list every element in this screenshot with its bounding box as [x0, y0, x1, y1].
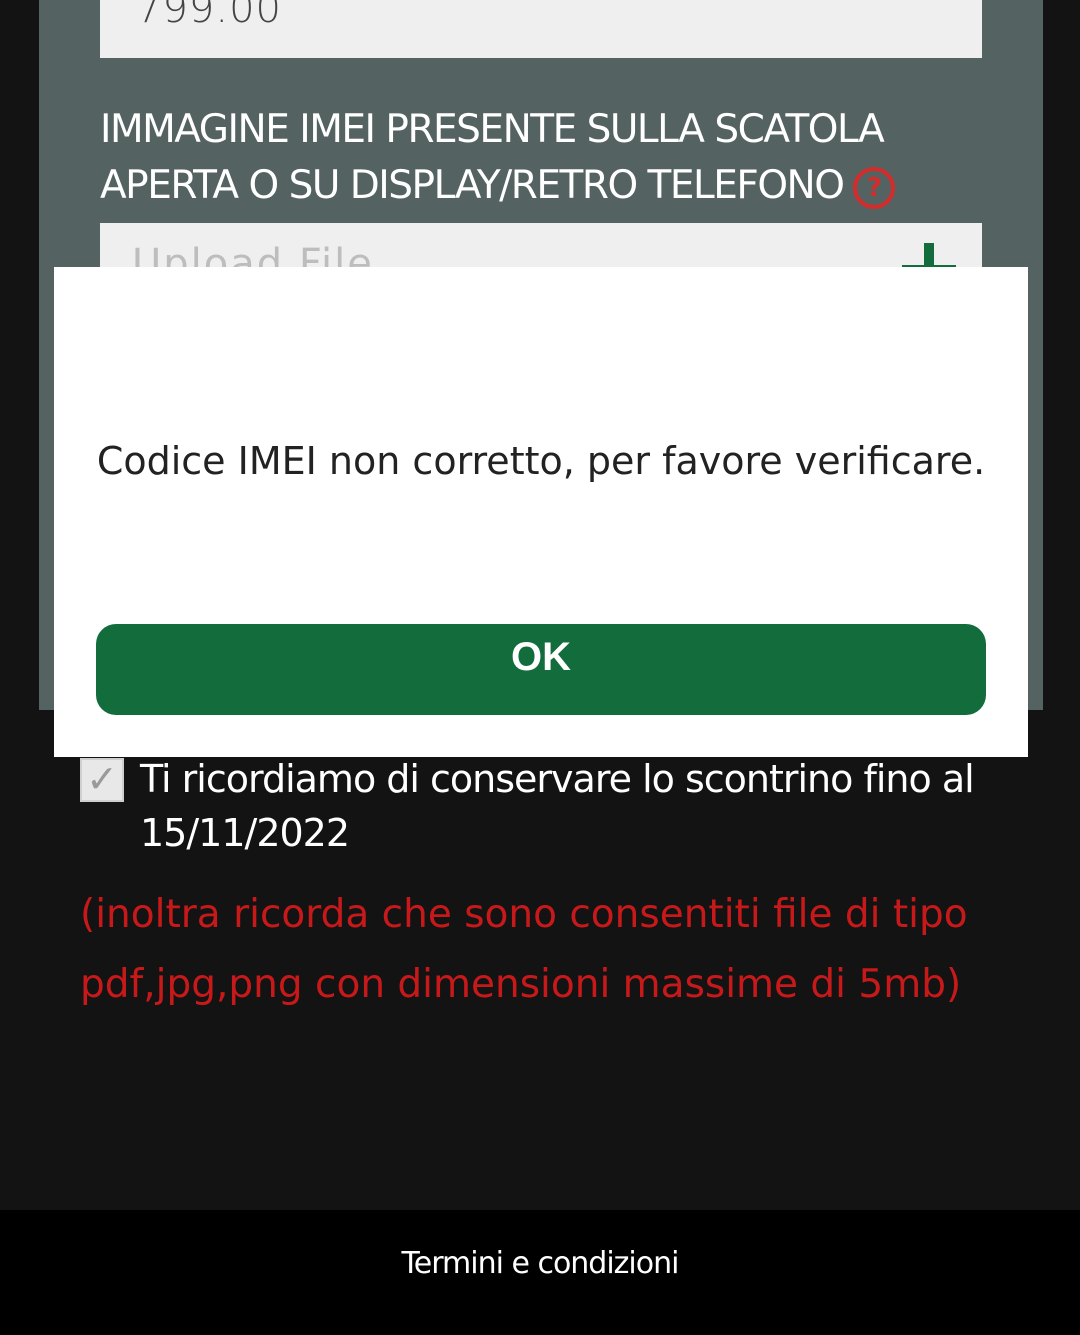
- terms-link[interactable]: Termini e condizioni: [0, 1246, 1080, 1281]
- price-value: 799.00: [136, 0, 282, 32]
- alert-message: Codice IMEI non corretto, per favore ver…: [96, 439, 986, 483]
- reminder-text: Ti ricordiamo di conservare lo scontrino…: [140, 757, 975, 855]
- ok-button[interactable]: OK: [96, 624, 986, 715]
- reminder-checkbox[interactable]: ✓: [80, 758, 124, 802]
- imei-image-label: IMMAGINE IMEI PRESENTE SULLA SCATOLA APE…: [100, 102, 980, 214]
- ok-button-label: OK: [511, 635, 571, 679]
- footer: Termini e condizioni: [0, 1210, 1080, 1335]
- price-field[interactable]: 799.00: [100, 0, 982, 58]
- imei-image-label-text: IMMAGINE IMEI PRESENTE SULLA SCATOLA APE…: [100, 107, 885, 208]
- file-type-note: (inoltra ricorda che sono consentiti fil…: [80, 892, 968, 1007]
- help-icon[interactable]: ?: [853, 166, 896, 209]
- alert-dialog: Codice IMEI non corretto, per favore ver…: [54, 267, 1028, 757]
